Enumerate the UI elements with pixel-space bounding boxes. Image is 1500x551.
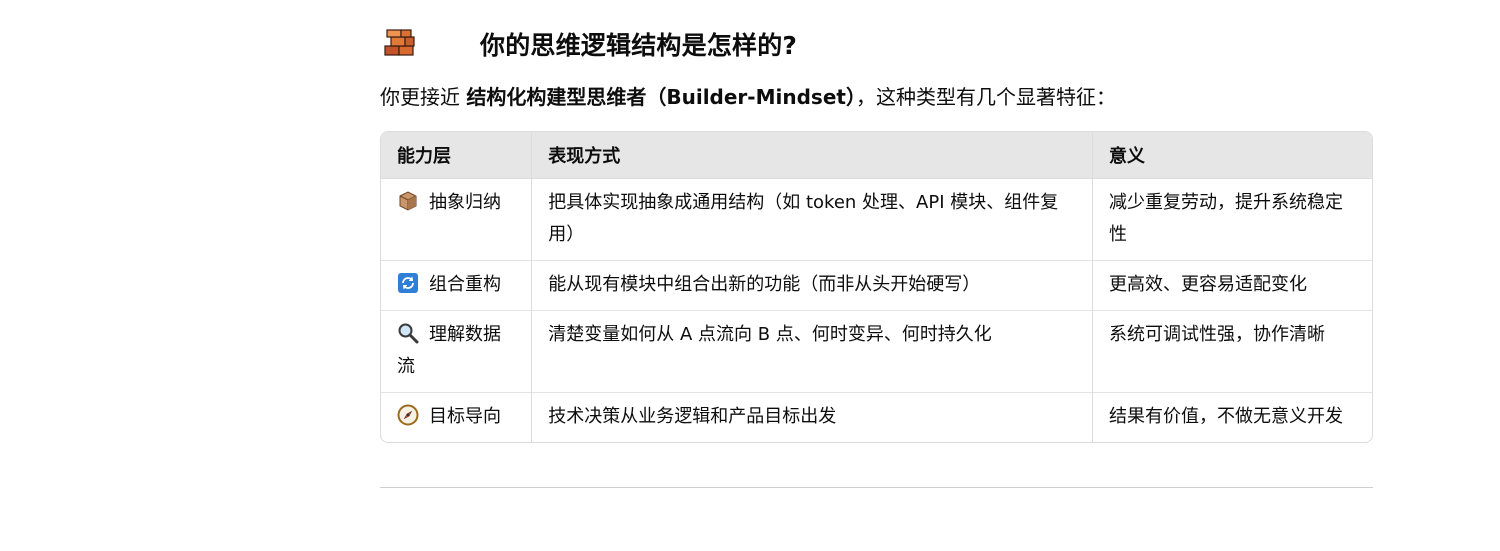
header-behavior: 表现方式 xyxy=(531,132,1093,179)
meaning-cell: 更高效、更容易适配变化 xyxy=(1092,260,1372,311)
meaning-cell: 结果有价值，不做无意义开发 xyxy=(1092,392,1372,442)
compass-icon xyxy=(397,404,419,426)
section-heading: 你的思维逻辑结构是怎样的? xyxy=(380,24,1373,64)
magnifier-icon xyxy=(398,323,419,344)
intro-bold: 结构化构建型思维者（Builder-Mindset） xyxy=(466,85,856,109)
table-row: 理解数据流 清楚变量如何从 A 点流向 B 点、何时变异、何时持久化 系统可调试… xyxy=(381,310,1372,393)
behavior-cell: 把具体实现抽象成通用结构（如 token 处理、API 模块、组件复用） xyxy=(531,178,1093,261)
bricks-icon xyxy=(384,29,415,56)
intro-suffix: ，这种类型有几个显著特征： xyxy=(855,85,1116,109)
layer-cell: 抽象归纳 xyxy=(381,179,532,261)
behavior-cell: 技术决策从业务逻辑和产品目标出发 xyxy=(531,392,1093,442)
meaning-cell: 系统可调试性强，协作清晰 xyxy=(1092,310,1372,393)
table-row: 抽象归纳 把具体实现抽象成通用结构（如 token 处理、API 模块、组件复用… xyxy=(381,178,1372,261)
meaning-cell: 减少重复劳动，提升系统稳定性 xyxy=(1092,178,1372,261)
refresh-icon xyxy=(398,273,418,293)
table-row: 目标导向 技术决策从业务逻辑和产品目标出发 结果有价值，不做无意义开发 xyxy=(381,392,1372,442)
intro-paragraph: 你更接近 结构化构建型思维者（Builder-Mindset），这种类型有几个显… xyxy=(380,82,1373,112)
table-header-row: 能力层 表现方式 意义 xyxy=(381,132,1372,179)
layer-cell: 目标导向 xyxy=(381,392,532,442)
traits-table: 能力层 表现方式 意义 抽象归纳 把具体实现抽象成通用结构（如 token 处理… xyxy=(380,131,1373,443)
layer-cell: 理解数据流 xyxy=(381,310,532,393)
layer-label: 组合重构 xyxy=(429,274,501,295)
intro-prefix: 你更接近 xyxy=(380,85,467,109)
behavior-cell: 能从现有模块中组合出新的功能（而非从头开始硬写） xyxy=(531,260,1093,311)
section-divider xyxy=(380,487,1373,488)
header-meaning: 意义 xyxy=(1092,132,1372,179)
behavior-cell: 清楚变量如何从 A 点流向 B 点、何时变异、何时持久化 xyxy=(531,310,1093,393)
header-layer: 能力层 xyxy=(381,132,532,179)
layer-label: 抽象归纳 xyxy=(429,192,501,213)
table-row: 组合重构 能从现有模块中组合出新的功能（而非从头开始硬写） 更高效、更容易适配变… xyxy=(381,260,1372,311)
section-title: 你的思维逻辑结构是怎样的? xyxy=(480,31,798,60)
package-icon xyxy=(399,191,417,211)
layer-label: 目标导向 xyxy=(429,406,501,427)
layer-cell: 组合重构 xyxy=(381,260,532,311)
